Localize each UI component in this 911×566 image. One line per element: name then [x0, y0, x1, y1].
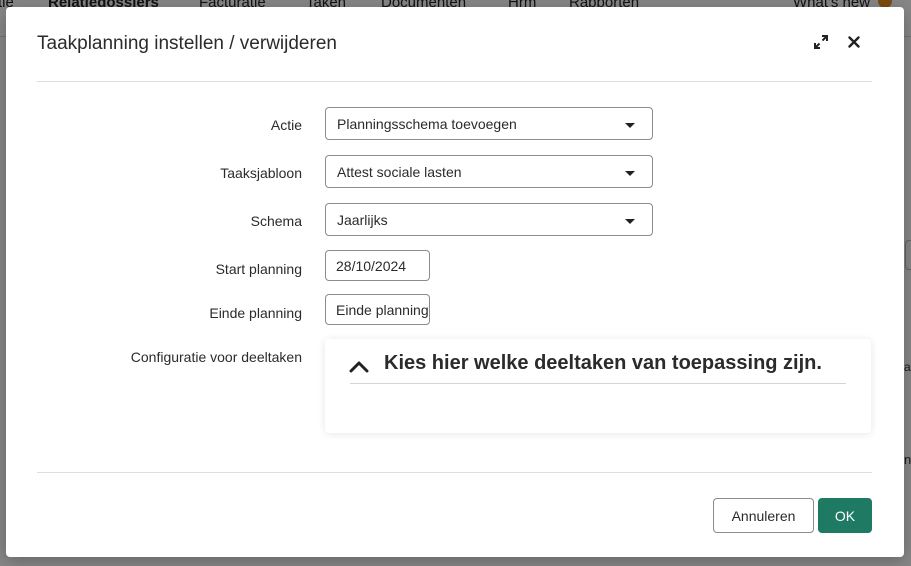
configuratie-label: Configuratie voor deeltaken — [130, 349, 302, 365]
cancel-button[interactable]: Annuleren — [713, 498, 814, 533]
ok-button[interactable]: OK — [818, 498, 872, 533]
caret-down-icon — [625, 171, 635, 176]
einde-planning-label: Einde planning — [209, 305, 302, 321]
start-planning-input[interactable]: 28/10/2024 — [325, 250, 430, 281]
close-icon[interactable] — [843, 31, 865, 53]
chevron-up-icon[interactable] — [349, 360, 369, 378]
caret-down-icon — [625, 123, 635, 128]
actie-value: Planningsschema toevoegen — [337, 116, 517, 132]
taaksjabloon-label: Taaksjabloon — [220, 165, 302, 181]
footer-divider — [37, 472, 872, 473]
subtasks-divider — [350, 383, 846, 384]
actie-label: Actie — [270, 117, 302, 133]
actie-select[interactable]: Planningsschema toevoegen — [325, 107, 653, 140]
schema-label: Schema — [250, 213, 302, 229]
einde-planning-input[interactable]: Einde planning — [325, 294, 430, 325]
subtasks-heading: Kies hier welke deeltaken van toepassing… — [384, 352, 822, 374]
task-planning-dialog: Taakplanning instellen / verwijderen Act… — [6, 7, 904, 557]
start-planning-label: Start planning — [215, 261, 302, 277]
taaksjabloon-select[interactable]: Attest sociale lasten — [325, 155, 653, 188]
dialog-title: Taakplanning instellen / verwijderen — [37, 33, 337, 54]
caret-down-icon — [625, 219, 635, 224]
header-divider — [37, 81, 872, 82]
expand-icon[interactable] — [810, 31, 832, 53]
schema-select[interactable]: Jaarlijks — [325, 203, 653, 236]
taaksjabloon-value: Attest sociale lasten — [337, 164, 462, 180]
schema-value: Jaarlijks — [337, 212, 388, 228]
subtasks-panel: Kies hier welke deeltaken van toepassing… — [325, 339, 871, 433]
